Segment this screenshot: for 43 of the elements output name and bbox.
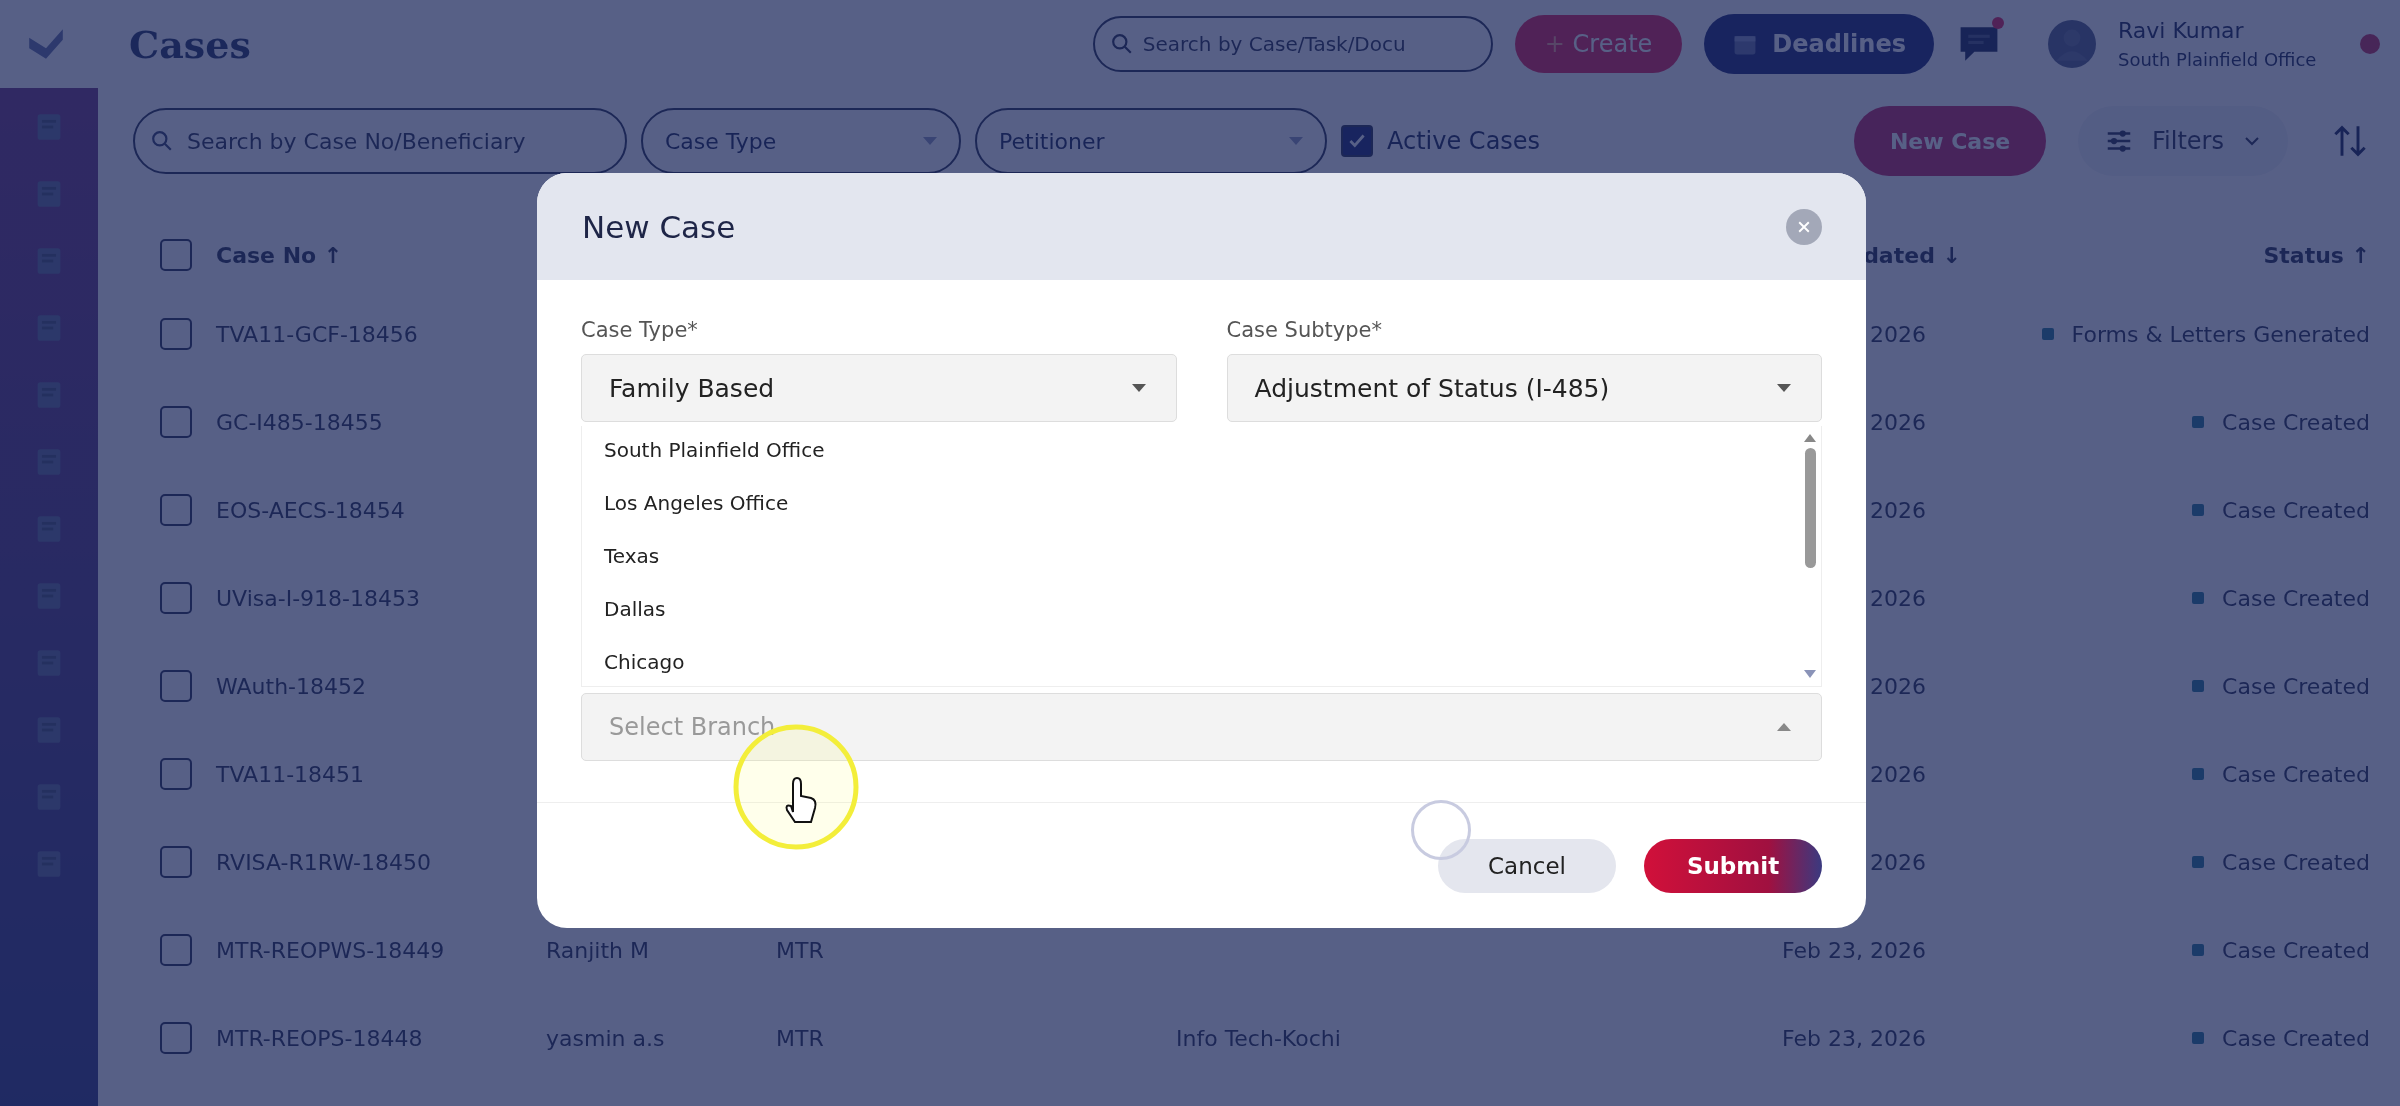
- table-cell: 2026: [1870, 849, 1926, 875]
- column-header[interactable]: Status ↑: [1971, 242, 2370, 268]
- field-label: Case Subtype*: [1226, 318, 1383, 342]
- submit-button[interactable]: Submit: [1644, 838, 1822, 893]
- page-title: Cases: [129, 21, 251, 67]
- status-text: Case Created: [2222, 849, 2370, 875]
- status-text: Case Created: [2222, 1025, 2370, 1051]
- dropdown-option[interactable]: Los Angeles Office: [604, 489, 1777, 517]
- user-name: Ravi Kumar: [2118, 18, 2245, 43]
- case-number[interactable]: MTR-REOPWS-18449: [216, 937, 546, 963]
- field-label: Case Type*: [581, 318, 699, 342]
- table-cell: 2026: [1870, 673, 1926, 699]
- dropdown-option[interactable]: South Plainfield Office: [604, 436, 1777, 464]
- table-cell: Ranjith M: [546, 937, 649, 963]
- status-text: Case Created: [2222, 937, 2370, 963]
- table-cell: 2026: [1870, 321, 1926, 347]
- table-cell: Info Tech-Kochi: [1176, 1025, 1341, 1051]
- status-text: Forms & Letters Generated: [2071, 321, 2370, 347]
- select-field[interactable]: Adjustment of Status (I-485): [1226, 354, 1822, 422]
- table-cell: MTR: [776, 937, 824, 963]
- table-cell: 2026: [1870, 761, 1926, 787]
- table-cell: 2026: [1870, 497, 1926, 523]
- dialog-title: New Case: [582, 208, 736, 245]
- status-text: Case Created: [2222, 761, 2370, 787]
- status-text: Case Created: [2222, 497, 2370, 523]
- status-text: Case Created: [2222, 409, 2370, 435]
- dropdown-option[interactable]: Dallas: [604, 595, 1777, 623]
- table-cell: Feb 23, 2026: [1782, 1025, 1926, 1051]
- table-cell: Feb 23, 2026: [1782, 937, 1926, 963]
- select-field[interactable]: Family Based: [581, 354, 1177, 422]
- status-text: Case Created: [2222, 673, 2370, 699]
- table-cell: 2026: [1870, 409, 1926, 435]
- dropdown-option[interactable]: Texas: [604, 542, 1777, 570]
- user-office: South Plainfield Office: [2118, 49, 2318, 70]
- table-cell: yasmin a.s: [546, 1025, 665, 1051]
- case-number[interactable]: MTR-REOPS-18448: [216, 1025, 546, 1051]
- status-text: Case Created: [2222, 585, 2370, 611]
- branch-select[interactable]: Select Branch: [581, 693, 1822, 761]
- cancel-button[interactable]: Cancel: [1438, 838, 1616, 893]
- table-cell: 2026: [1870, 585, 1926, 611]
- table-cell: MTR: [776, 1025, 824, 1051]
- dropdown-option[interactable]: Chicago: [604, 648, 1777, 676]
- active-cases-label: Active Cases: [1387, 127, 1541, 155]
